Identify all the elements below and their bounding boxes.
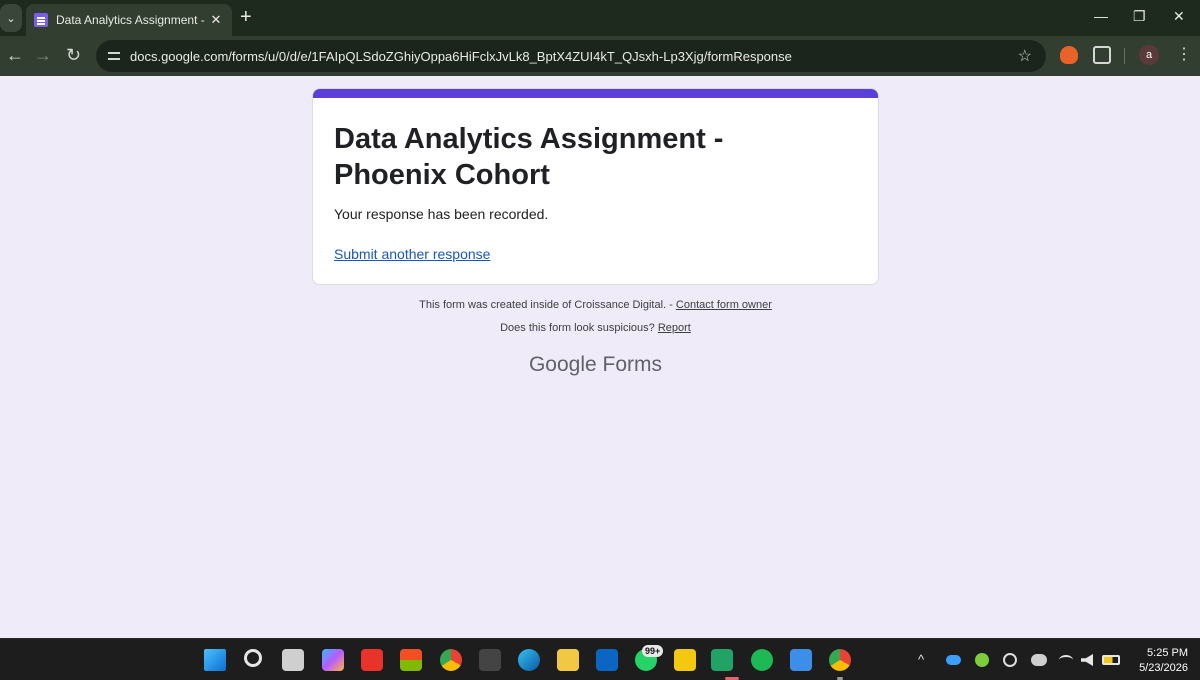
reload-button[interactable]: ↻ bbox=[66, 45, 81, 65]
wps-office-icon[interactable] bbox=[361, 649, 383, 671]
report-link[interactable]: Report bbox=[658, 322, 691, 334]
site-info-icon[interactable] bbox=[106, 48, 122, 64]
sheets-export-icon[interactable] bbox=[711, 649, 733, 671]
chrome-icon[interactable] bbox=[829, 649, 851, 671]
new-tab-button[interactable]: + bbox=[240, 7, 252, 27]
brand-forms: Forms bbox=[602, 353, 663, 376]
task-view-icon[interactable] bbox=[282, 649, 304, 671]
suspicious-notice: Does this form look suspicious? Report bbox=[312, 322, 879, 334]
submit-another-response-link[interactable]: Submit another response bbox=[334, 246, 490, 262]
chrome-profile-icon[interactable] bbox=[440, 649, 462, 671]
address-bar[interactable]: docs.google.com/forms/u/0/d/e/1FAIpQLSdo… bbox=[96, 40, 1046, 72]
active-tab[interactable]: Data Analytics Assignment - Ph ✕ bbox=[26, 4, 232, 36]
google-forms-logo[interactable]: Google Forms bbox=[312, 353, 879, 377]
clock-date: 5/23/2026 bbox=[1139, 662, 1188, 674]
tab-close-icon[interactable]: ✕ bbox=[208, 12, 224, 28]
bookmark-star-icon[interactable]: ☆ bbox=[1018, 46, 1032, 66]
back-button[interactable]: ← bbox=[6, 45, 24, 65]
tray-overflow-icon[interactable]: ^ bbox=[918, 652, 924, 667]
google-forms-favicon-icon bbox=[34, 13, 48, 27]
confirmation-message: Your response has been recorded. bbox=[334, 206, 549, 222]
tray-app-icon[interactable] bbox=[975, 653, 989, 667]
brand-google: Google bbox=[528, 353, 597, 376]
url-text[interactable]: docs.google.com/forms/u/0/d/e/1FAIpQLSdo… bbox=[130, 49, 792, 64]
sync-icon[interactable] bbox=[1003, 653, 1017, 667]
file-explorer-icon[interactable] bbox=[557, 649, 579, 671]
whatsapp-notification-badge: 99+ bbox=[642, 645, 664, 657]
start-windows-icon[interactable] bbox=[204, 649, 226, 671]
battery-icon[interactable] bbox=[1102, 655, 1120, 665]
app-icon[interactable] bbox=[479, 649, 501, 671]
card-accent-bar bbox=[313, 89, 878, 98]
browser-toolbar: ← → ↻ docs.google.com/forms/u/0/d/e/1FAI… bbox=[0, 36, 1200, 76]
forward-button[interactable]: → bbox=[34, 45, 52, 65]
tab-search-button[interactable]: ⌄ bbox=[0, 4, 22, 32]
copilot-icon[interactable] bbox=[322, 649, 344, 671]
restore-button[interactable]: ❐ bbox=[1133, 8, 1146, 25]
form-title: Data Analytics Assignment - Phoenix Coho… bbox=[334, 123, 724, 191]
onedrive-icon[interactable] bbox=[946, 655, 961, 665]
browser-menu-icon[interactable]: ⋮ bbox=[1176, 45, 1192, 65]
form-owner-notice: This form was created inside of Croissan… bbox=[312, 299, 879, 311]
profile-avatar[interactable]: a bbox=[1139, 45, 1159, 65]
linkedin-icon[interactable] bbox=[596, 649, 618, 671]
toolbar-divider bbox=[1124, 48, 1125, 64]
cloud-icon[interactable] bbox=[1031, 654, 1047, 666]
system-clock[interactable]: 5:25 PM 5/23/2026 bbox=[1128, 646, 1188, 676]
windows-taskbar: 99+ bbox=[0, 638, 1200, 680]
edge-icon[interactable] bbox=[518, 649, 540, 671]
clock-time: 5:25 PM bbox=[1147, 647, 1188, 659]
notepad-icon[interactable] bbox=[790, 649, 812, 671]
contact-form-owner-link[interactable]: Contact form owner bbox=[676, 299, 772, 311]
form-response-card: Data Analytics Assignment - Phoenix Coho… bbox=[312, 88, 879, 285]
spotify-icon[interactable] bbox=[751, 649, 773, 671]
minimize-button[interactable]: — bbox=[1094, 8, 1108, 24]
close-window-button[interactable]: ✕ bbox=[1173, 8, 1185, 25]
suspicious-text: Does this form look suspicious? bbox=[500, 322, 658, 334]
extension-fox-icon[interactable] bbox=[1060, 46, 1078, 64]
wifi-icon[interactable] bbox=[1059, 655, 1073, 665]
extensions-puzzle-icon[interactable] bbox=[1093, 46, 1111, 64]
tab-strip: ⌄ Data Analytics Assignment - Ph ✕ + — ❐… bbox=[0, 0, 1200, 36]
microsoft-store-icon[interactable] bbox=[400, 649, 422, 671]
created-inside-text: This form was created inside of Croissan… bbox=[419, 299, 676, 311]
power-bi-icon[interactable] bbox=[674, 649, 696, 671]
tab-title: Data Analytics Assignment - Ph bbox=[56, 13, 206, 27]
search-icon[interactable] bbox=[244, 649, 262, 667]
